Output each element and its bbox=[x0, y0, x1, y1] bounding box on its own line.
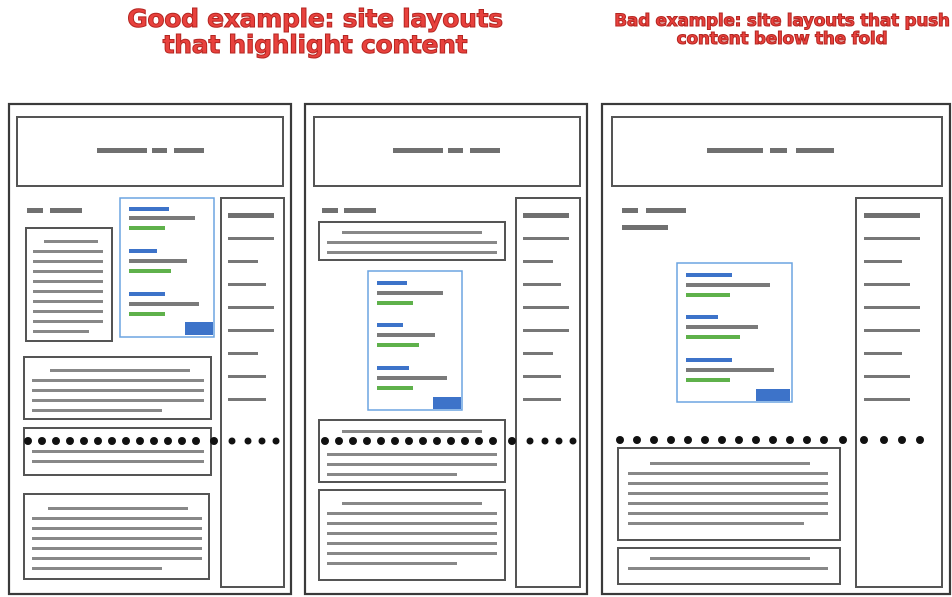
cta-button-icon bbox=[185, 322, 213, 335]
sidebar-block bbox=[220, 197, 285, 588]
layout-panel-good-1 bbox=[7, 102, 293, 596]
cta-button-icon bbox=[756, 389, 790, 401]
layout-panel-bad-1 bbox=[600, 102, 952, 596]
layout-comparison-diagram bbox=[7, 102, 952, 596]
sidebar-block bbox=[515, 197, 581, 588]
header-block bbox=[313, 116, 581, 187]
text-block bbox=[617, 547, 841, 585]
text-block bbox=[25, 227, 113, 342]
cta-button-icon bbox=[433, 397, 461, 409]
layout-panel-good-2 bbox=[303, 102, 589, 596]
header-block bbox=[16, 116, 284, 187]
text-block bbox=[318, 419, 506, 483]
sidebar-block bbox=[855, 197, 943, 588]
text-block bbox=[23, 493, 210, 580]
